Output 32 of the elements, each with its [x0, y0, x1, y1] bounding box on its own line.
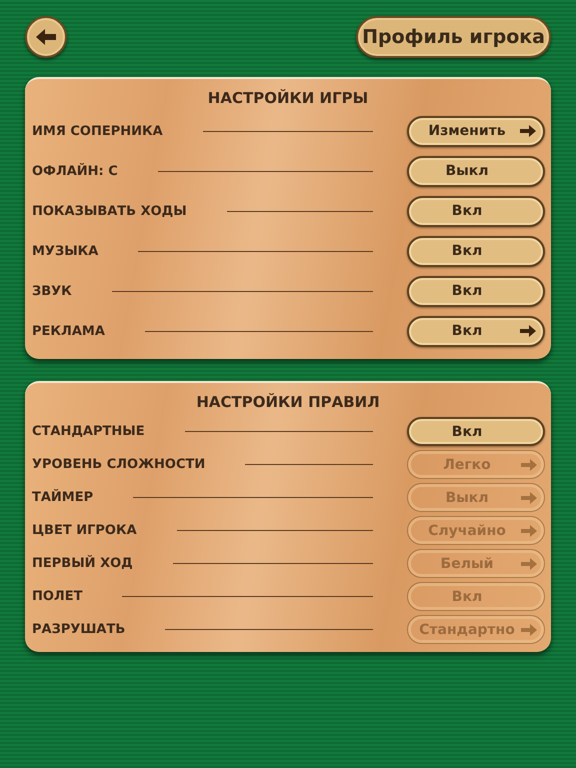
back-arrow-icon [36, 29, 56, 45]
setting-label: УРОВЕНЬ СЛОЖНОСТИ [31, 457, 206, 472]
setting-label: ПОЛЕТ [31, 589, 82, 604]
arrow-icon [521, 458, 537, 470]
setting-label: ЗВУК [31, 284, 72, 298]
setting-label: ТАЙМЕР [31, 490, 94, 505]
back-button[interactable] [25, 16, 67, 58]
setting-button[interactable]: Вкл [407, 316, 545, 346]
arrow-icon [520, 325, 536, 337]
arrow-icon [521, 558, 537, 570]
arrow-icon [520, 125, 536, 137]
setting-label: РАЗРУШАТЬ [31, 622, 126, 637]
panel-title: НАСТРОЙКИ ИГРЫ [206, 88, 370, 109]
setting-button[interactable]: Вкл [407, 276, 545, 306]
setting-label: ЦВЕТ ИГРОКА [31, 523, 137, 538]
setting-button[interactable]: Вкл [407, 196, 545, 226]
setting-button[interactable]: Выкл [407, 156, 545, 186]
setting-label: РЕКЛАМА [31, 324, 105, 338]
setting-label: ПЕРВЫЙ ХОД [31, 556, 133, 571]
setting-label: ОФЛАЙН: С [31, 164, 118, 178]
arrow-icon [521, 492, 537, 504]
arrow-icon [521, 524, 537, 536]
setting-label: ПОКАЗЫВАТЬ ХОДЫ [31, 204, 187, 218]
setting-label: ИМЯ СОПЕРНИКА [31, 124, 163, 138]
panel-title: НАСТРОЙКИ ПРАВИЛ [195, 392, 381, 413]
player-profile-button[interactable]: Профиль игрока [356, 16, 551, 58]
setting-button[interactable]: Вкл [407, 417, 545, 446]
setting-label: СТАНДАРТНЫЕ [31, 424, 145, 439]
setting-label: МУЗЫКА [31, 244, 98, 258]
arrow-icon [521, 624, 537, 636]
setting-button[interactable]: Вкл [407, 236, 545, 266]
setting-button[interactable]: Изменить [407, 116, 545, 146]
